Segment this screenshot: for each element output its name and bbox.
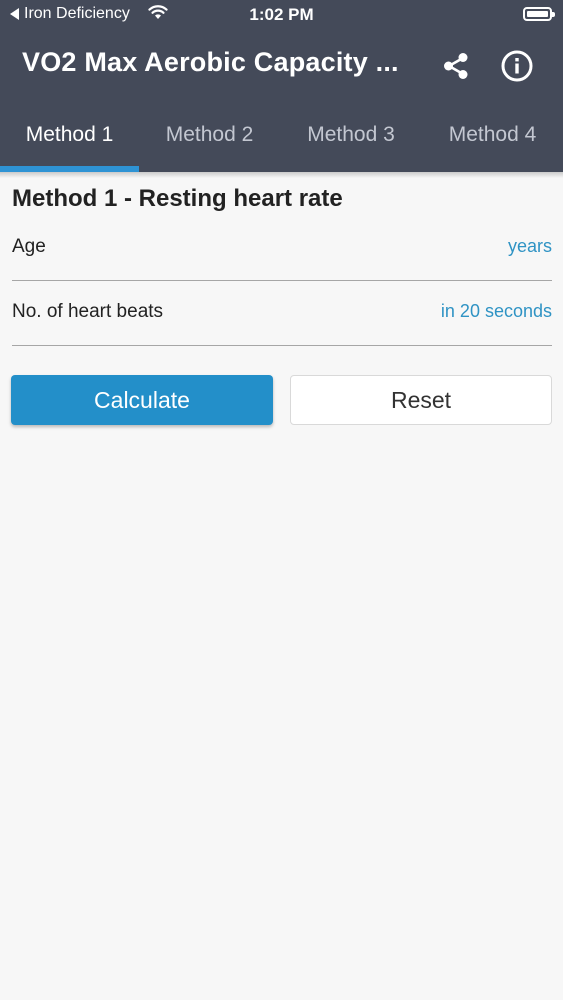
age-unit: years: [507, 236, 552, 256]
age-label: Age: [12, 236, 46, 257]
share-button[interactable]: [438, 48, 474, 84]
status-time: 1:02 PM: [249, 5, 314, 24]
share-icon: [444, 53, 468, 79]
header-shadow: [0, 172, 563, 178]
tab-method-2[interactable]: Method 2: [139, 112, 280, 172]
tab-label: Method 1: [25, 123, 114, 146]
reset-button[interactable]: Reset: [290, 375, 552, 425]
tab-method-4[interactable]: Method 4: [422, 112, 563, 172]
heart-beats-field[interactable]: No. of heart beats in 20 seconds: [12, 301, 552, 346]
reset-label: Reset: [390, 386, 452, 413]
tab-method-1[interactable]: Method 1: [0, 112, 139, 172]
page-title: VO2 Max Aerobic Capacity ...: [22, 47, 399, 77]
info-icon: [501, 50, 533, 82]
calculate-label: Calculate: [94, 386, 190, 413]
section-title: Method 1 - Resting heart rate: [12, 185, 343, 212]
tab-label: Method 3: [307, 123, 395, 146]
tab-label: Method 4: [448, 123, 537, 146]
calculate-button[interactable]: Calculate: [11, 375, 273, 425]
age-field[interactable]: Age years: [12, 236, 552, 281]
app-header: Iron Deficiency 1:02 PM VO2 Max Aerobic …: [0, 0, 563, 172]
battery-icon: [523, 7, 555, 21]
tab-label: Method 2: [165, 123, 254, 146]
tab-method-3[interactable]: Method 3: [280, 112, 422, 172]
method-tabs: Method 1 Method 2 Method 3 Method 4: [0, 112, 563, 172]
info-button[interactable]: [499, 48, 535, 84]
status-bar: Iron Deficiency 1:02 PM: [0, 0, 563, 30]
heart-beats-label: No. of heart beats: [12, 301, 164, 322]
heart-beats-unit: in 20 seconds: [440, 301, 552, 321]
